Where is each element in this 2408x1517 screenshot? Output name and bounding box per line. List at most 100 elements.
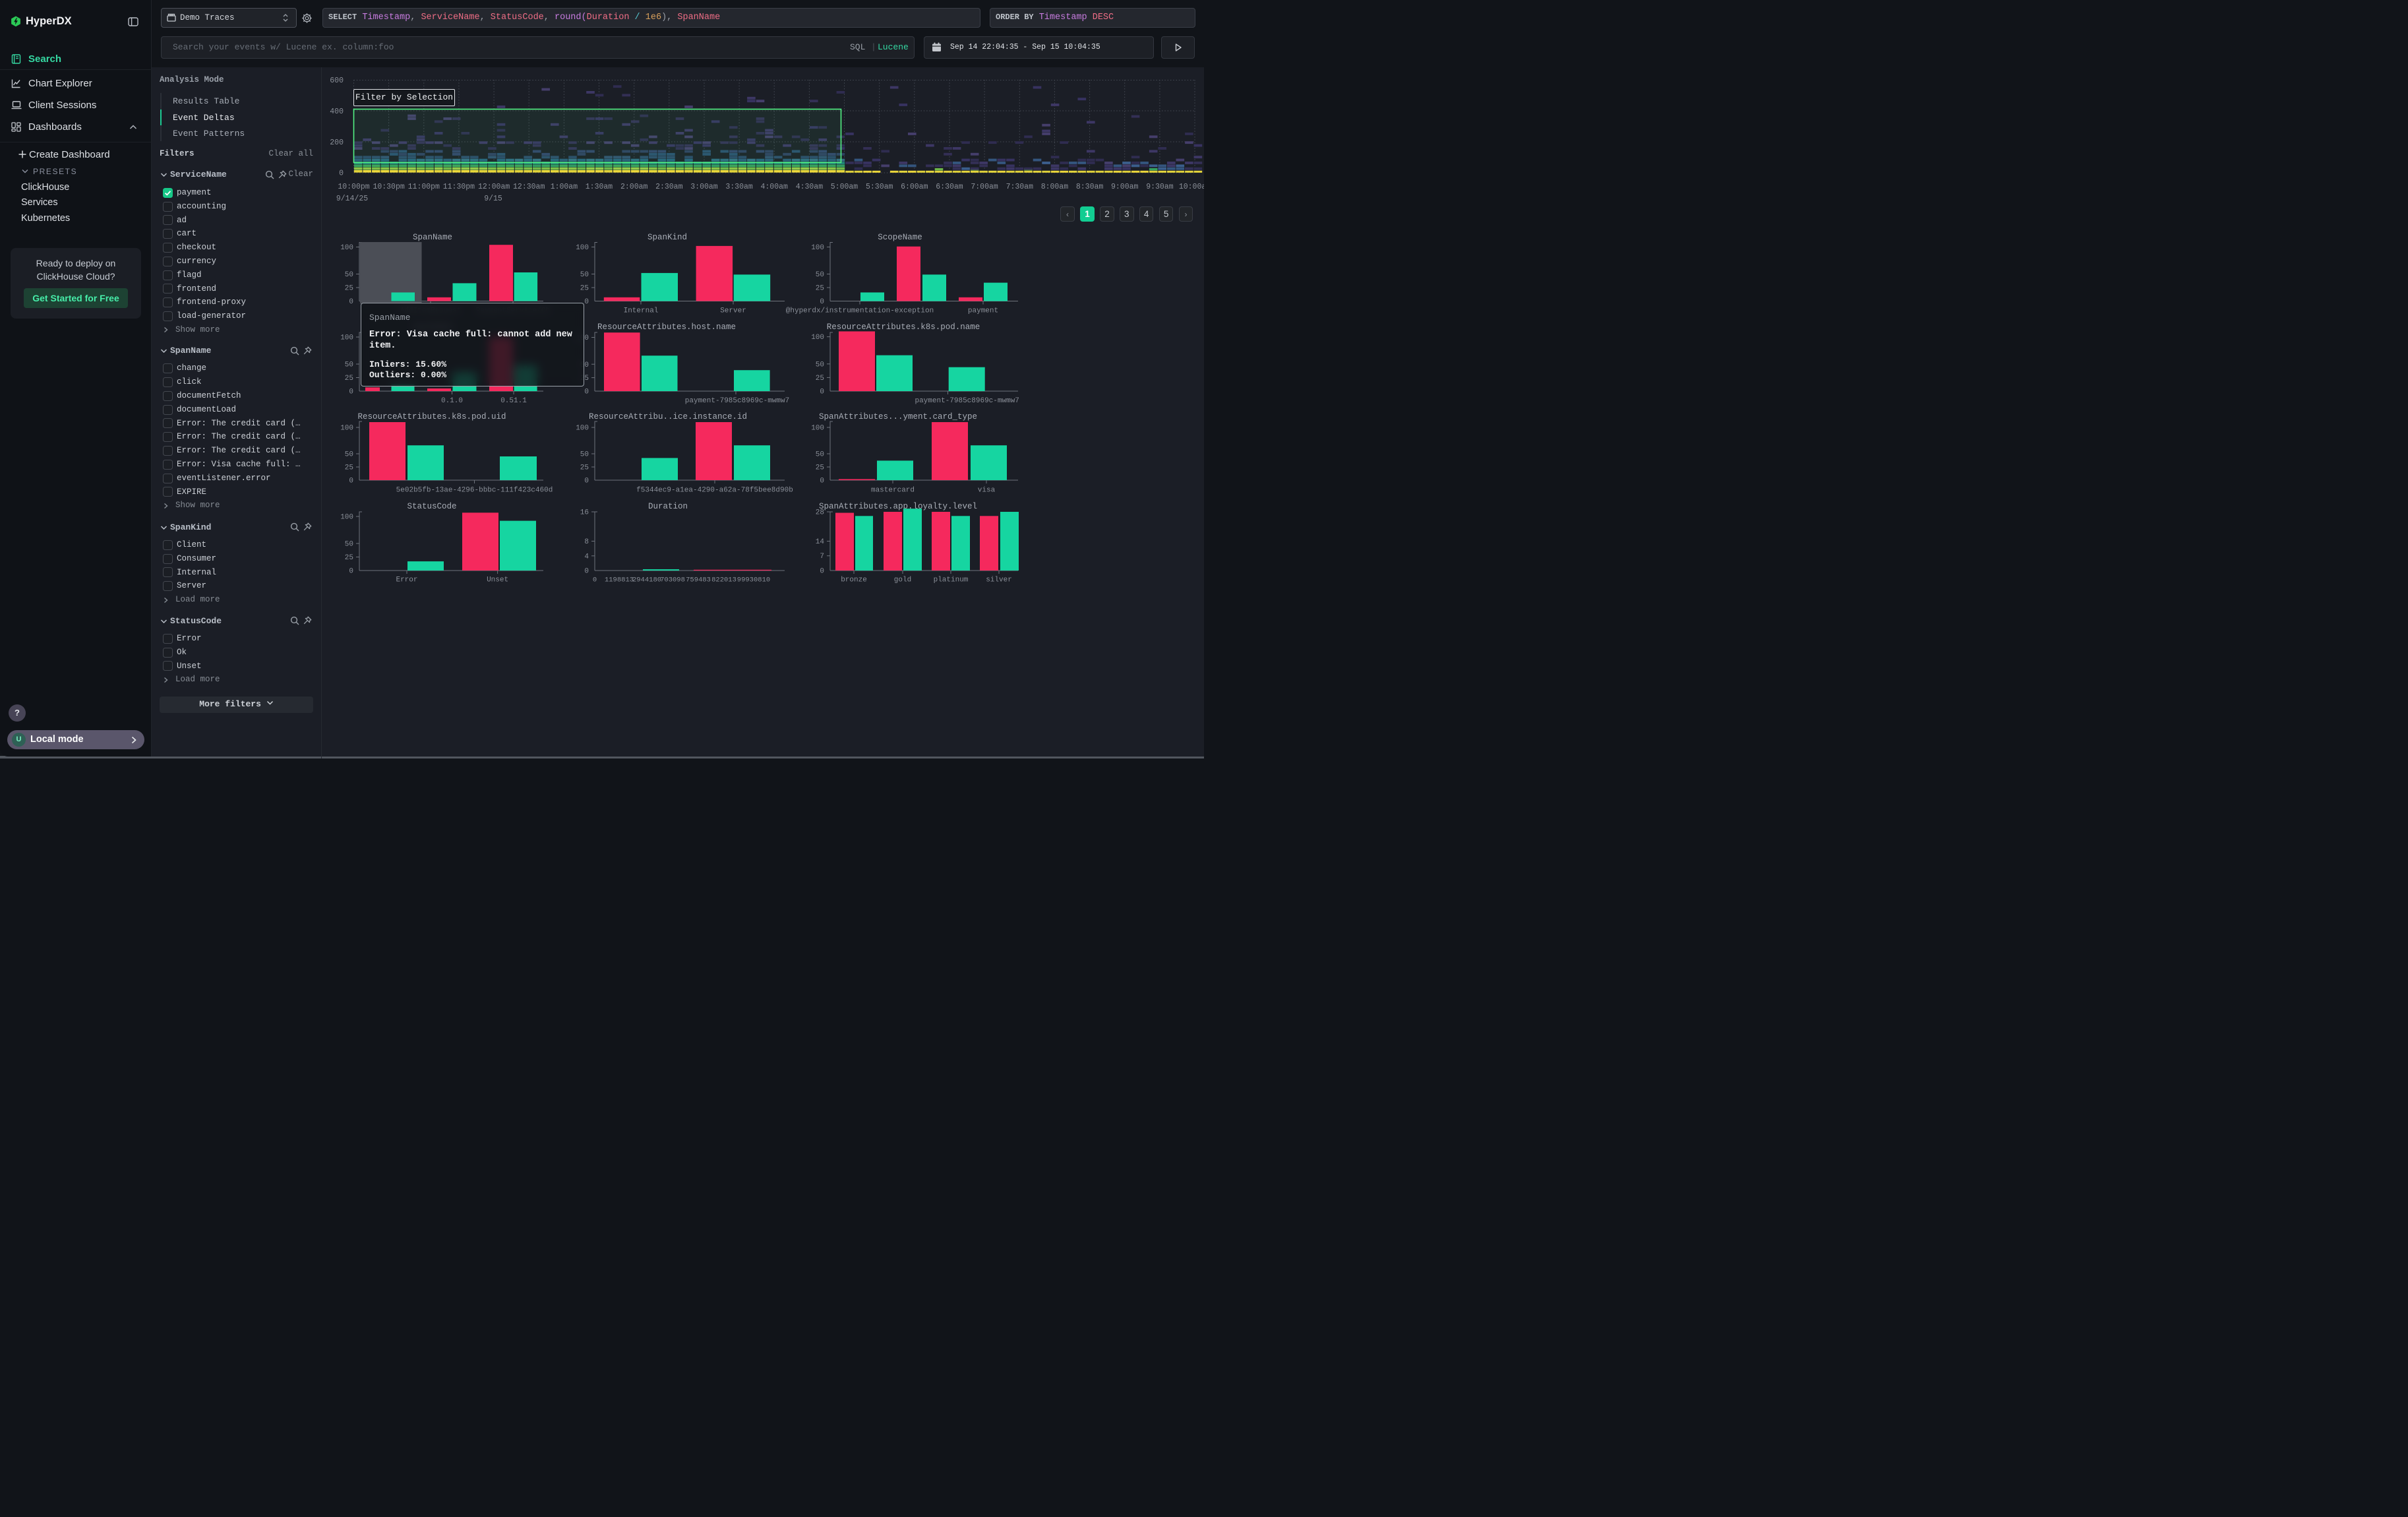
svg-text:25: 25 — [580, 464, 589, 472]
svg-text:28: 28 — [816, 509, 824, 517]
svg-text:25: 25 — [816, 375, 824, 383]
svg-text:0: 0 — [349, 298, 353, 306]
svg-text:ResourceAttributes.k8s.pod.nam: ResourceAttributes.k8s.pod.name — [827, 323, 980, 332]
svg-text:ResourceAttributes.host.name: ResourceAttributes.host.name — [597, 323, 736, 332]
svg-text:600: 600 — [330, 77, 344, 85]
svg-text:ScopeName: ScopeName — [878, 233, 922, 242]
svg-text:0: 0 — [593, 576, 597, 584]
svg-text:14: 14 — [816, 538, 825, 546]
svg-text:0: 0 — [339, 170, 344, 178]
svg-text:9:30am: 9:30am — [1146, 183, 1174, 191]
svg-text:StatusCode: StatusCode — [407, 502, 456, 511]
svg-text:99930810: 99930810 — [737, 576, 770, 584]
svg-text:25: 25 — [345, 554, 353, 562]
svg-text:1:30am: 1:30am — [586, 183, 613, 191]
svg-text:SpanAttributes.app.loyalty.lev: SpanAttributes.app.loyalty.level — [819, 502, 977, 511]
svg-text:0.51.1: 0.51.1 — [500, 397, 527, 405]
svg-text:10:00am: 10:00am — [1179, 183, 1204, 191]
svg-text:2:30am: 2:30am — [655, 183, 683, 191]
svg-text:0: 0 — [584, 568, 589, 576]
svg-text:0: 0 — [584, 478, 589, 485]
svg-text:f5344ec9-a1ea-4290-a62a-78f5be: f5344ec9-a1ea-4290-a62a-78f5bee8d90b — [636, 487, 793, 495]
svg-text:50: 50 — [580, 271, 589, 279]
svg-text:10:30pm: 10:30pm — [373, 183, 404, 191]
svg-text:9/15: 9/15 — [484, 195, 502, 203]
svg-text:100: 100 — [811, 425, 824, 433]
svg-text:12:30am: 12:30am — [513, 183, 545, 191]
svg-text:4: 4 — [584, 553, 589, 561]
svg-text:100: 100 — [340, 334, 353, 342]
svg-text:16: 16 — [580, 509, 589, 517]
svg-text:2944180: 2944180 — [632, 576, 661, 584]
svg-text:4:00am: 4:00am — [760, 183, 788, 191]
svg-text:Duration: Duration — [648, 502, 688, 511]
svg-text:@hyperdx/instrumentation-excep: @hyperdx/instrumentation-exception — [786, 307, 934, 315]
svg-text:100: 100 — [340, 244, 353, 252]
svg-text:100: 100 — [340, 514, 353, 522]
svg-text:1198813: 1198813 — [605, 576, 634, 584]
svg-text:2:00am: 2:00am — [620, 183, 648, 191]
svg-text:100: 100 — [340, 425, 353, 433]
svg-text:8: 8 — [584, 538, 589, 546]
svg-text:3:30am: 3:30am — [725, 183, 753, 191]
svg-text:payment-7985c8969c-mwmw7: payment-7985c8969c-mwmw7 — [685, 397, 789, 405]
svg-text:Error: Error — [396, 576, 417, 584]
svg-text:11:00pm: 11:00pm — [408, 183, 440, 191]
svg-text:0: 0 — [349, 478, 353, 485]
svg-text:visa: visa — [978, 487, 996, 495]
svg-text:0.1.0: 0.1.0 — [441, 397, 463, 405]
svg-text:6:30am: 6:30am — [936, 183, 963, 191]
svg-text:payment: payment — [968, 307, 998, 315]
svg-text:gold: gold — [894, 576, 911, 584]
svg-text:400: 400 — [330, 108, 344, 116]
svg-text:100: 100 — [811, 334, 824, 342]
svg-text:50: 50 — [345, 541, 353, 549]
svg-text:silver: silver — [986, 576, 1012, 584]
svg-text:25: 25 — [816, 285, 824, 293]
svg-text:7:30am: 7:30am — [1006, 183, 1034, 191]
svg-text:50: 50 — [345, 271, 353, 279]
svg-text:50: 50 — [580, 451, 589, 459]
svg-text:8:30am: 8:30am — [1076, 183, 1104, 191]
svg-text:mastercard: mastercard — [871, 487, 915, 495]
svg-text:Unset: Unset — [487, 576, 508, 584]
svg-text:SpanName: SpanName — [413, 233, 452, 242]
svg-text:50: 50 — [816, 361, 824, 369]
svg-text:5:00am: 5:00am — [831, 183, 858, 191]
svg-text:50: 50 — [345, 361, 353, 369]
svg-text:703098: 703098 — [660, 576, 685, 584]
svg-text:ResourceAttributes.k8s.pod.uid: ResourceAttributes.k8s.pod.uid — [357, 412, 506, 421]
svg-text:50: 50 — [816, 451, 824, 459]
svg-text:ResourceAttribu..ice.instance.: ResourceAttribu..ice.instance.id — [589, 412, 747, 421]
svg-text:platinum: platinum — [934, 576, 969, 584]
svg-text:0: 0 — [584, 388, 589, 396]
svg-text:0: 0 — [349, 388, 353, 396]
svg-text:4:30am: 4:30am — [796, 183, 824, 191]
svg-text:50: 50 — [345, 451, 353, 459]
svg-text:SpanKind: SpanKind — [647, 233, 687, 242]
svg-text:759483: 759483 — [686, 576, 711, 584]
svg-text:SpanAttributes...yment.card_ty: SpanAttributes...yment.card_type — [819, 412, 977, 421]
svg-text:payment-7985c8969c-mwmw7: payment-7985c8969c-mwmw7 — [915, 397, 1019, 405]
svg-text:25: 25 — [816, 464, 824, 472]
svg-text:0: 0 — [584, 298, 589, 306]
svg-text:11:30pm: 11:30pm — [443, 183, 475, 191]
svg-text:100: 100 — [576, 425, 589, 433]
svg-text:25: 25 — [345, 285, 353, 293]
svg-text:10:00pm: 10:00pm — [338, 183, 369, 191]
svg-text:0: 0 — [820, 478, 824, 485]
svg-text:50: 50 — [816, 271, 824, 279]
svg-text:100: 100 — [811, 244, 824, 252]
svg-text:9/14/25: 9/14/25 — [336, 195, 368, 203]
svg-text:0: 0 — [820, 298, 824, 306]
svg-text:Internal: Internal — [624, 307, 659, 315]
svg-text:1:00am: 1:00am — [551, 183, 578, 191]
svg-text:0: 0 — [820, 568, 824, 576]
svg-text:12:00am: 12:00am — [478, 183, 510, 191]
svg-text:7: 7 — [820, 553, 824, 561]
svg-text:25: 25 — [345, 375, 353, 383]
svg-text:9:00am: 9:00am — [1111, 183, 1139, 191]
svg-text:6:00am: 6:00am — [901, 183, 928, 191]
svg-text:0: 0 — [820, 388, 824, 396]
svg-text:25: 25 — [345, 464, 353, 472]
